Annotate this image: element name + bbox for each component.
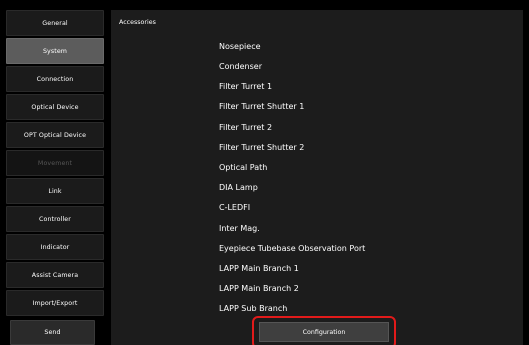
nav-controller-button[interactable]: Controller bbox=[6, 206, 104, 232]
accessory-item-filter-turret-1[interactable]: Filter Turret 1 bbox=[219, 82, 272, 91]
nav-movement-button: Movement bbox=[6, 150, 104, 176]
accessory-item-c-ledfi[interactable]: C-LEDFI bbox=[219, 203, 250, 212]
accessory-item-filter-turret-shutter-2[interactable]: Filter Turret Shutter 2 bbox=[219, 143, 304, 152]
nav-import-export-button[interactable]: Import/Export bbox=[6, 290, 104, 316]
configuration-button[interactable]: Configuration bbox=[259, 322, 389, 342]
sidebar-nav: General System Connection Optical Device… bbox=[0, 0, 111, 345]
accessory-item-eyepiece-tubebase[interactable]: Eyepiece Tubebase Observation Port bbox=[219, 244, 365, 253]
accessory-item-optical-path[interactable]: Optical Path bbox=[219, 163, 267, 172]
nav-general-button[interactable]: General bbox=[6, 10, 104, 36]
accessory-item-lapp-main-branch-1[interactable]: LAPP Main Branch 1 bbox=[219, 264, 299, 273]
nav-optical-device-button[interactable]: Optical Device bbox=[6, 94, 104, 120]
panel-title: Accessories bbox=[119, 19, 156, 26]
accessory-item-lapp-main-branch-2[interactable]: LAPP Main Branch 2 bbox=[219, 284, 299, 293]
nav-link-button[interactable]: Link bbox=[6, 178, 104, 204]
accessory-item-condenser[interactable]: Condenser bbox=[219, 62, 262, 71]
accessory-item-filter-turret-shutter-1[interactable]: Filter Turret Shutter 1 bbox=[219, 102, 304, 111]
nav-opt-optical-device-button[interactable]: OPT Optical Device bbox=[6, 122, 104, 148]
accessories-panel: Accessories Nosepiece Condenser Filter T… bbox=[111, 10, 523, 345]
nav-indicator-button[interactable]: Indicator bbox=[6, 234, 104, 260]
nav-assist-camera-button[interactable]: Assist Camera bbox=[6, 262, 104, 288]
nav-connection-button[interactable]: Connection bbox=[6, 66, 104, 92]
accessory-item-lapp-sub-branch[interactable]: LAPP Sub Branch bbox=[219, 304, 287, 313]
send-button[interactable]: Send bbox=[10, 320, 95, 345]
app-window: General System Connection Optical Device… bbox=[0, 0, 529, 345]
accessory-item-filter-turret-2[interactable]: Filter Turret 2 bbox=[219, 123, 272, 132]
nav-system-button[interactable]: System bbox=[6, 38, 104, 64]
accessory-item-inter-mag[interactable]: Inter Mag. bbox=[219, 224, 260, 233]
accessory-item-dia-lamp[interactable]: DIA Lamp bbox=[219, 183, 258, 192]
accessory-item-nosepiece[interactable]: Nosepiece bbox=[219, 42, 261, 51]
